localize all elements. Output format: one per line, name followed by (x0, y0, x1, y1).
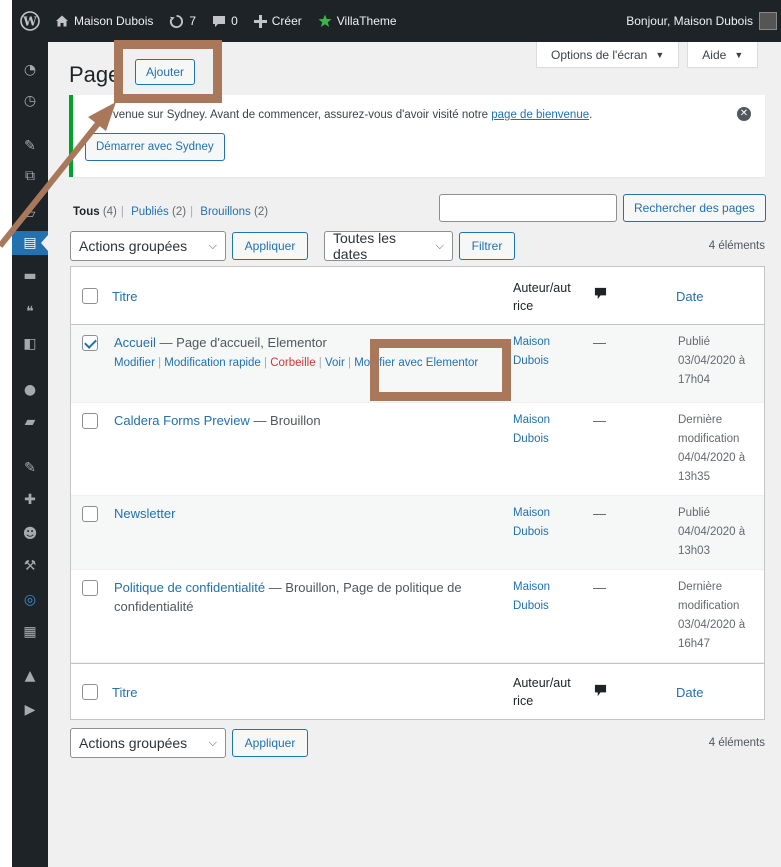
table-footer: Titre Auteur/aut rice Date (71, 663, 764, 719)
theme-label: VillaTheme (336, 14, 397, 28)
star-icon (318, 14, 332, 27)
folder-icon[interactable]: ▰ (12, 410, 48, 434)
edit-link[interactable]: Modifier (114, 357, 155, 369)
play-icon[interactable]: ▶ (12, 698, 48, 722)
search-box: Rechercher des pages (439, 194, 766, 222)
author-link[interactable]: Maison Dubois (513, 333, 573, 371)
appearance-icon[interactable]: ✎ (12, 456, 48, 480)
table-header: Titre Auteur/aut rice Date (71, 267, 764, 325)
admin-bar-new-content[interactable]: Créer (246, 0, 310, 42)
chevron-down-icon: ⌵ (208, 736, 217, 749)
comments-count: 0 (231, 14, 238, 28)
sort-date-link[interactable]: Date (676, 683, 703, 702)
row-title-link[interactable]: Caldera Forms Preview (114, 413, 250, 428)
post-state: — Brouillon (249, 413, 321, 428)
items-count: 4 éléments (708, 737, 765, 749)
comments-count: — (593, 580, 606, 595)
sort-date-link[interactable]: Date (676, 287, 703, 306)
comments-count: — (593, 506, 606, 521)
help-button[interactable]: Aide ▼ (687, 42, 759, 68)
new-label: Créer (271, 14, 302, 28)
tablenav-bottom: Actions groupées ⌵ Appliquer 4 éléments (70, 728, 765, 758)
layout-icon[interactable]: ▦ (12, 620, 48, 644)
items-count: 4 éléments (708, 240, 765, 252)
author-link[interactable]: Maison Dubois (513, 504, 573, 542)
welcome-page-link[interactable]: page de bienvenue (491, 109, 589, 121)
comment-icon (213, 16, 226, 27)
filter-button[interactable]: Filtrer (459, 232, 515, 260)
row-checkbox[interactable] (82, 580, 98, 596)
filter-drafts[interactable]: Brouillons (200, 206, 251, 218)
table-row: Politique de confidentialité — Brouillon… (71, 570, 764, 663)
sort-title-link[interactable]: Titre (112, 287, 138, 306)
admin-bar-updates[interactable]: 7 (161, 0, 204, 42)
highlight-box-elementor-link (370, 339, 511, 401)
plugins-icon[interactable]: ✚ (12, 488, 48, 512)
dismiss-icon[interactable]: ✕ (737, 107, 751, 121)
annotation-arrow-icon (0, 102, 116, 248)
view-link[interactable]: Voir (325, 357, 345, 369)
apply-button[interactable]: Appliquer (232, 729, 308, 757)
comments-column-icon[interactable] (594, 684, 607, 703)
row-title-link[interactable]: Accueil (114, 335, 156, 350)
row-title-link[interactable]: Newsletter (114, 506, 175, 521)
comments-icon[interactable]: ▬ (12, 264, 48, 288)
screen-meta-links: Options de l'écran ▼ Aide ▼ (536, 42, 759, 68)
row-title-link[interactable]: Politique de confidentialité (114, 580, 265, 595)
caret-down-icon: ▼ (734, 49, 744, 60)
comments-count: — (593, 413, 606, 428)
sort-title-link[interactable]: Titre (112, 683, 138, 702)
greeting: Bonjour, Maison Dubois (626, 14, 753, 28)
quote-icon[interactable]: ❝ (12, 300, 48, 324)
caret-down-icon: ▼ (655, 49, 665, 60)
updates-count: 7 (189, 14, 197, 28)
welcome-notice: venue sur Sydney. Avant de commencer, as… (69, 95, 765, 177)
select-all-checkbox[interactable] (82, 288, 98, 304)
admin-bar-villatheme[interactable]: VillaTheme (310, 0, 405, 42)
author-column-header: Auteur/aut rice (513, 281, 571, 313)
mountain-icon[interactable]: ▲ (12, 664, 48, 688)
bulk-actions-select[interactable]: Actions groupées ⌵ (70, 728, 226, 758)
analytics-icon[interactable]: ◎ (12, 588, 48, 612)
plus-icon (253, 14, 267, 28)
select-all-checkbox[interactable] (82, 684, 98, 700)
chevron-down-icon: ⌵ (208, 239, 217, 252)
author-link[interactable]: Maison Dubois (513, 578, 573, 616)
author-link[interactable]: Maison Dubois (513, 411, 573, 449)
admin-bar-comments[interactable]: 0 (204, 0, 246, 42)
updates-icon (170, 14, 184, 28)
row-checkbox[interactable] (82, 506, 98, 522)
users-icon[interactable]: ☻ (12, 522, 48, 546)
tablenav-top: Actions groupées ⌵ Appliquer Toutes les d… (70, 230, 765, 262)
notice-text: venue sur Sydney. Avant de commencer, as… (113, 109, 593, 121)
date-cell: Publié 03/04/2020 à 17h04 (678, 336, 746, 386)
row-checkbox[interactable] (82, 413, 98, 429)
search-pages-button[interactable]: Rechercher des pages (623, 194, 766, 222)
avatar (759, 12, 777, 30)
search-input[interactable] (439, 194, 617, 222)
author-column-header: Auteur/aut rice (513, 676, 571, 708)
forms-icon[interactable]: ◧ (12, 332, 48, 356)
date-cell: Dernière modification 03/04/2020 à 16h47 (678, 581, 746, 650)
table-row: Newsletter Maison Dubois — Publié 04/04/… (71, 496, 764, 570)
tools-icon[interactable]: ⚒ (12, 554, 48, 578)
comments-count: — (593, 335, 606, 350)
admin-bar-account[interactable]: Bonjour, Maison Dubois (626, 12, 781, 30)
row-checkbox[interactable] (82, 335, 98, 351)
dates-select[interactable]: Toutes les dates ⌵ (324, 230, 453, 262)
date-cell: Publié 04/04/2020 à 13h03 (678, 507, 746, 557)
trash-link[interactable]: Corbeille (270, 357, 315, 369)
pages-table: Titre Auteur/aut rice Date Accueil — Pag… (70, 266, 765, 720)
chevron-down-icon: ⌵ (435, 239, 444, 252)
screen-options-button[interactable]: Options de l'écran ▼ (536, 42, 680, 68)
elementor-icon[interactable]: ● (12, 378, 48, 402)
post-state: — Page d'accueil, Elementor (155, 335, 327, 350)
comments-column-icon[interactable] (594, 287, 607, 306)
date-cell: Dernière modification 04/04/2020 à 13h35 (678, 414, 746, 483)
quick-edit-link[interactable]: Modification rapide (164, 357, 261, 369)
table-row: Caldera Forms Preview — Brouillon Maison… (71, 403, 764, 496)
apply-button[interactable]: Appliquer (232, 232, 308, 260)
